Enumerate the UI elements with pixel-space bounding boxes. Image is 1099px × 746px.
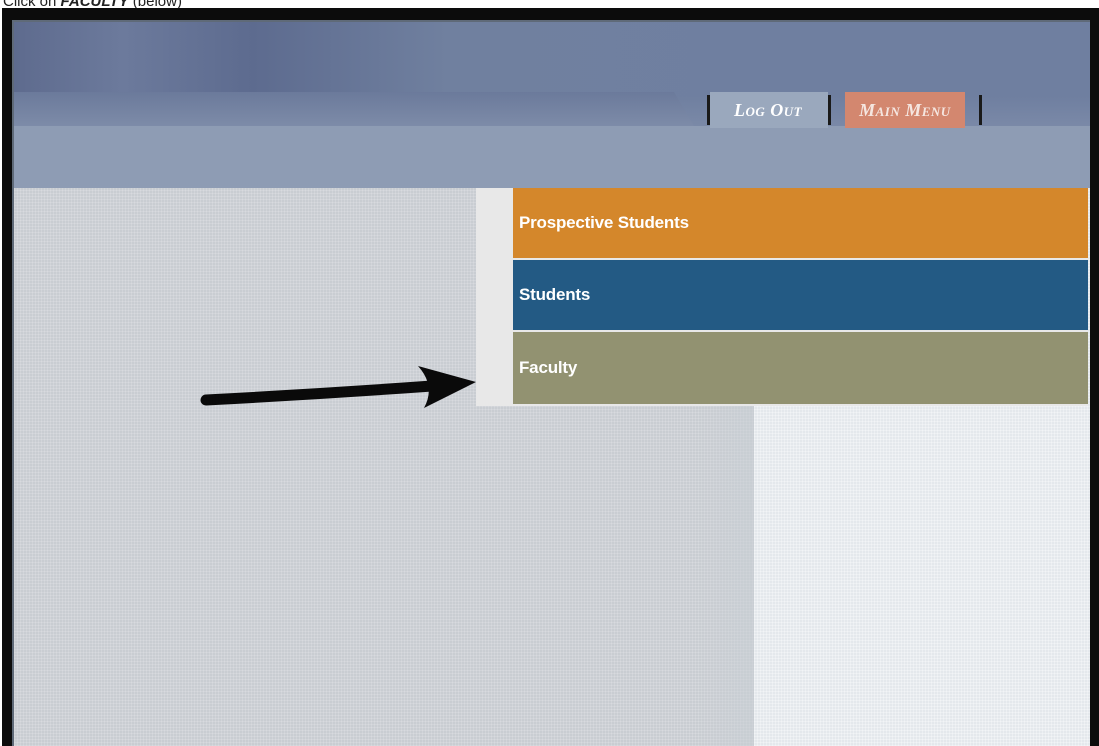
menu-item-students[interactable]: Students: [513, 260, 1088, 330]
browser-viewport: Log Out Main Menu Prospective Students S…: [12, 20, 1099, 746]
log-out-link[interactable]: Log Out: [710, 92, 829, 128]
menu-item-prospective-students[interactable]: Prospective Students: [513, 188, 1088, 258]
frame-right-edge: [1090, 8, 1099, 746]
site-header-band: [14, 126, 1099, 188]
arrow-right-icon: [200, 366, 476, 408]
main-menu-link[interactable]: Main Menu: [845, 92, 965, 128]
role-menu: Prospective Students Students Faculty: [476, 188, 1088, 406]
header-tab-shape: [14, 92, 694, 126]
top-nav: Log Out Main Menu: [707, 92, 982, 128]
nav-separator: [828, 95, 832, 125]
screenshot-frame: Log Out Main Menu Prospective Students S…: [2, 8, 1099, 746]
nav-separator: [978, 95, 982, 125]
menu-item-faculty[interactable]: Faculty: [513, 332, 1088, 404]
